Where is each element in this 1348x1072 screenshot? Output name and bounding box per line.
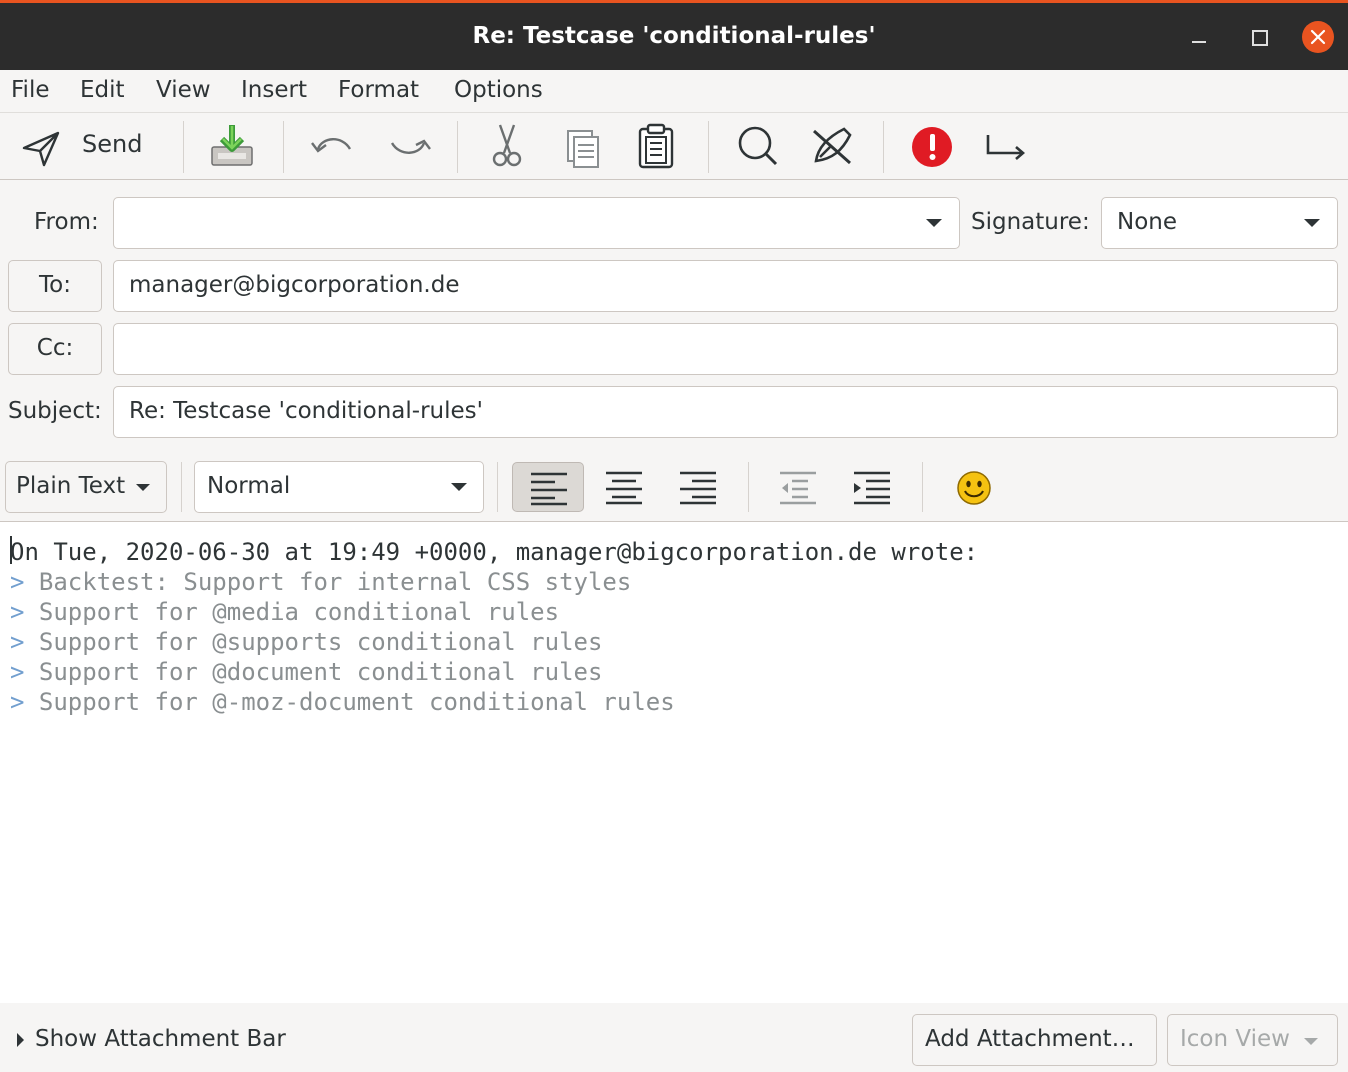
text-caret: [10, 536, 12, 564]
scissors-icon: [492, 124, 522, 167]
align-right-icon: [680, 471, 716, 505]
find-button[interactable]: [734, 123, 782, 171]
paragraph-style-select[interactable]: Normal: [194, 461, 484, 513]
copy-button[interactable]: [560, 123, 608, 171]
editor-mode-select[interactable]: Plain Text: [5, 461, 167, 513]
undo-icon: [311, 138, 352, 153]
icon-view-select[interactable]: Icon View: [1167, 1014, 1338, 1066]
expander-arrow-icon: [17, 1033, 24, 1047]
signature-label: Signature:: [971, 209, 1090, 235]
menu-file[interactable]: File: [11, 77, 50, 103]
cc-button[interactable]: Cc:: [8, 323, 102, 375]
undo-button[interactable]: [308, 123, 356, 171]
window-title: Re: Testcase 'conditional-rules': [472, 23, 876, 49]
signature-select[interactable]: None: [1101, 197, 1338, 249]
insert-emoticon-button[interactable]: [938, 462, 1010, 512]
maximize-button[interactable]: [1243, 21, 1275, 53]
priority-icon: [912, 127, 952, 167]
align-left-icon: [531, 472, 567, 506]
menu-insert[interactable]: Insert: [241, 77, 307, 103]
search-icon: [738, 126, 778, 166]
unindent-icon: [780, 471, 816, 505]
show-attachment-bar-toggle[interactable]: Show Attachment Bar: [35, 1026, 286, 1052]
save-draft-button[interactable]: [208, 123, 258, 171]
menu-bar: File Edit View Insert Format Options: [0, 70, 1348, 112]
cc-field[interactable]: [113, 323, 1338, 375]
subject-label: Subject:: [8, 398, 102, 424]
quoted-line: > Support for @media conditional rules: [10, 598, 560, 626]
menu-format[interactable]: Format: [338, 77, 419, 103]
copy-icon: [567, 130, 599, 168]
title-bar: Re: Testcase 'conditional-rules': [0, 0, 1348, 70]
signature-value: None: [1117, 209, 1178, 235]
align-center-button[interactable]: [588, 462, 660, 512]
menu-edit[interactable]: Edit: [80, 77, 125, 103]
editor-mode-value: Plain Text: [16, 473, 126, 499]
quoted-line: > Support for @supports conditional rule…: [10, 628, 603, 656]
spellcheck-icon: [813, 127, 852, 165]
spell-check-button[interactable]: [808, 123, 856, 171]
paste-icon: [638, 123, 674, 169]
menu-view[interactable]: View: [156, 77, 211, 103]
redo-button[interactable]: [386, 123, 434, 171]
quoted-line: > Backtest: Support for internal CSS sty…: [10, 568, 632, 596]
redo-icon: [390, 139, 431, 154]
align-left-button[interactable]: [512, 462, 584, 512]
close-icon: [1310, 29, 1326, 45]
indent-button[interactable]: [836, 462, 908, 512]
smiley-icon: [957, 471, 991, 505]
toolbar: Send: [0, 112, 1348, 180]
save-draft-icon: [211, 125, 253, 166]
cut-button[interactable]: [484, 123, 532, 171]
priority-button[interactable]: [910, 123, 958, 171]
indent-icon: [854, 471, 890, 505]
menu-options[interactable]: Options: [454, 77, 543, 103]
attribution-line: On Tue, 2020-06-30 at 19:49 +0000, manag…: [10, 538, 979, 566]
to-field[interactable]: manager@bigcorporation.de: [113, 260, 1338, 312]
from-label: From:: [34, 209, 99, 235]
chevron-down-icon: [136, 484, 150, 491]
subject-field[interactable]: Re: Testcase 'conditional-rules': [113, 386, 1338, 438]
add-attachment-button[interactable]: Add Attachment…: [912, 1014, 1157, 1066]
unindent-button[interactable]: [762, 462, 834, 512]
icon-view-label: Icon View: [1180, 1026, 1290, 1052]
paragraph-style-value: Normal: [207, 473, 291, 499]
chevron-down-icon: [451, 483, 467, 491]
minimize-button[interactable]: [1183, 21, 1215, 53]
quoted-line: > Support for @-moz-document conditional…: [10, 688, 675, 716]
to-button[interactable]: To:: [8, 260, 102, 312]
send-icon: [22, 131, 60, 167]
forward-attach-button[interactable]: [982, 123, 1030, 171]
chevron-down-icon: [1304, 219, 1320, 227]
attachment-bar: Show Attachment Bar Add Attachment… Icon…: [0, 1003, 1348, 1072]
from-select[interactable]: [113, 197, 960, 249]
message-body[interactable]: On Tue, 2020-06-30 at 19:49 +0000, manag…: [0, 521, 1348, 1003]
align-right-button[interactable]: [662, 462, 734, 512]
reply-arrow-icon: [986, 135, 1025, 160]
send-label: Send: [82, 130, 143, 158]
paste-button[interactable]: [634, 123, 682, 171]
send-button[interactable]: Send: [18, 123, 148, 171]
close-button[interactable]: [1302, 21, 1334, 53]
quoted-line: > Support for @document conditional rule…: [10, 658, 603, 686]
align-center-icon: [606, 471, 642, 505]
chevron-down-icon: [1304, 1038, 1318, 1045]
chevron-down-icon: [926, 219, 942, 227]
